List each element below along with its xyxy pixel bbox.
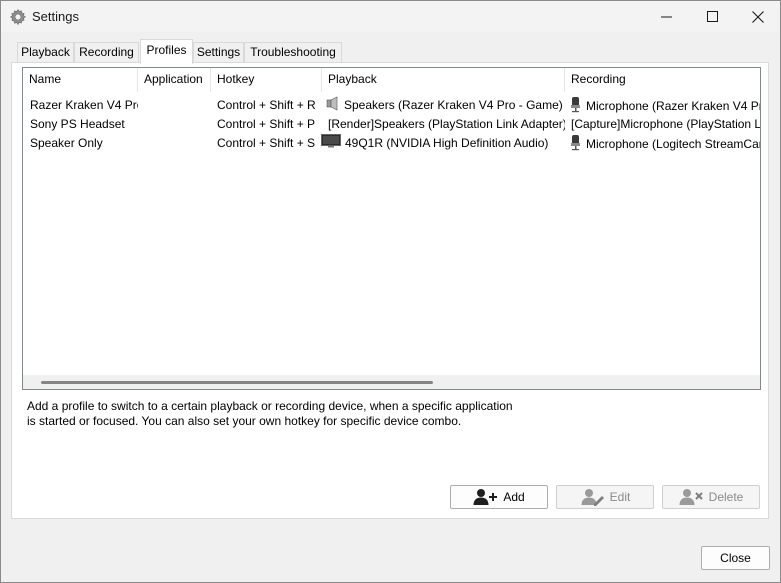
tab-troubleshooting[interactable]: Troubleshooting bbox=[244, 42, 342, 63]
cell-playback-text: 49Q1R (NVIDIA High Definition Audio) bbox=[345, 136, 549, 150]
profiles-description: Add a profile to switch to a certain pla… bbox=[27, 399, 547, 429]
cell-recording-text: Microphone (Logitech StreamCar bbox=[586, 137, 761, 152]
scrollbar-thumb[interactable] bbox=[41, 381, 433, 384]
cell-playback: 49Q1R (NVIDIA High Definition Audio) bbox=[321, 134, 565, 153]
column-header-application[interactable]: Application bbox=[138, 68, 211, 92]
cell-application bbox=[144, 115, 211, 134]
cell-recording: Microphone (Razer Kraken V4 Pro bbox=[569, 96, 761, 115]
edit-button-label: Edit bbox=[609, 490, 631, 504]
add-user-icon bbox=[473, 489, 498, 505]
monitor-icon bbox=[321, 134, 341, 153]
edit-profile-button[interactable]: Edit bbox=[556, 485, 654, 509]
add-button-label: Add bbox=[503, 490, 525, 504]
cell-hotkey: Control + Shift + R bbox=[217, 98, 316, 112]
cell-name: Sony PS Headset bbox=[30, 117, 125, 131]
tab-settings[interactable]: Settings bbox=[193, 42, 244, 63]
minimize-button[interactable] bbox=[643, 1, 689, 32]
gear-icon bbox=[9, 8, 27, 26]
description-line-1: Add a profile to switch to a certain pla… bbox=[27, 399, 513, 413]
table-row[interactable]: Speaker Only Control + Shift + S 49Q1R (… bbox=[23, 134, 760, 153]
delete-user-icon bbox=[679, 489, 703, 505]
table-row[interactable]: Razer Kraken V4 Pro Control + Shift + R … bbox=[23, 96, 760, 115]
close-window-button[interactable] bbox=[735, 1, 781, 32]
tab-recording[interactable]: Recording bbox=[74, 42, 139, 63]
cell-playback-text: Speakers (Razer Kraken V4 Pro - Game) bbox=[344, 98, 563, 113]
cell-hotkey: Control + Shift + P bbox=[217, 117, 316, 131]
column-header-recording[interactable]: Recording bbox=[565, 68, 760, 92]
cell-recording-text: Microphone (Razer Kraken V4 Pro bbox=[586, 99, 761, 114]
maximize-icon bbox=[706, 11, 718, 22]
tab-playback[interactable]: Playback bbox=[17, 42, 74, 63]
cell-application bbox=[144, 96, 211, 115]
microphone-icon bbox=[569, 96, 582, 115]
edit-user-icon bbox=[581, 489, 604, 506]
cell-application bbox=[144, 134, 211, 153]
cell-recording: [Capture]Microphone (PlayStation L bbox=[571, 117, 761, 131]
cell-playback: Speakers (Razer Kraken V4 Pro - Game) bbox=[326, 96, 565, 115]
speaker-icon bbox=[326, 96, 340, 115]
table-row[interactable]: Sony PS Headset Control + Shift + P [Ren… bbox=[23, 115, 760, 134]
cell-hotkey: Control + Shift + S bbox=[217, 136, 316, 150]
tab-profiles[interactable]: Profiles bbox=[140, 39, 193, 64]
description-line-2: is started or focused. You can also set … bbox=[27, 414, 462, 428]
horizontal-scrollbar[interactable] bbox=[23, 375, 760, 389]
profiles-panel: Name Application Hotkey Playback Recordi… bbox=[11, 62, 769, 519]
close-button[interactable]: Close bbox=[701, 546, 770, 570]
cell-name: Razer Kraken V4 Pro bbox=[30, 98, 138, 112]
list-header: Name Application Hotkey Playback Recordi… bbox=[23, 68, 760, 92]
microphone-icon bbox=[569, 134, 582, 153]
delete-button-label: Delete bbox=[708, 490, 744, 504]
column-header-name[interactable]: Name bbox=[23, 68, 138, 92]
cell-recording: Microphone (Logitech StreamCar bbox=[569, 134, 761, 153]
add-profile-button[interactable]: Add bbox=[450, 485, 548, 509]
close-icon bbox=[752, 10, 764, 23]
maximize-button[interactable] bbox=[689, 1, 735, 32]
cell-playback: [Render]Speakers (PlayStation Link Adapt… bbox=[328, 117, 565, 131]
cell-name: Speaker Only bbox=[30, 136, 103, 150]
profiles-list[interactable]: Name Application Hotkey Playback Recordi… bbox=[22, 67, 761, 390]
window-title: Settings bbox=[32, 9, 79, 24]
delete-profile-button[interactable]: Delete bbox=[662, 485, 760, 509]
column-header-playback[interactable]: Playback bbox=[322, 68, 565, 92]
minimize-icon bbox=[660, 16, 672, 18]
title-bar: Settings bbox=[1, 1, 780, 32]
settings-window: Settings Playback Recording Profiles Set… bbox=[0, 0, 781, 583]
column-header-hotkey[interactable]: Hotkey bbox=[211, 68, 322, 92]
